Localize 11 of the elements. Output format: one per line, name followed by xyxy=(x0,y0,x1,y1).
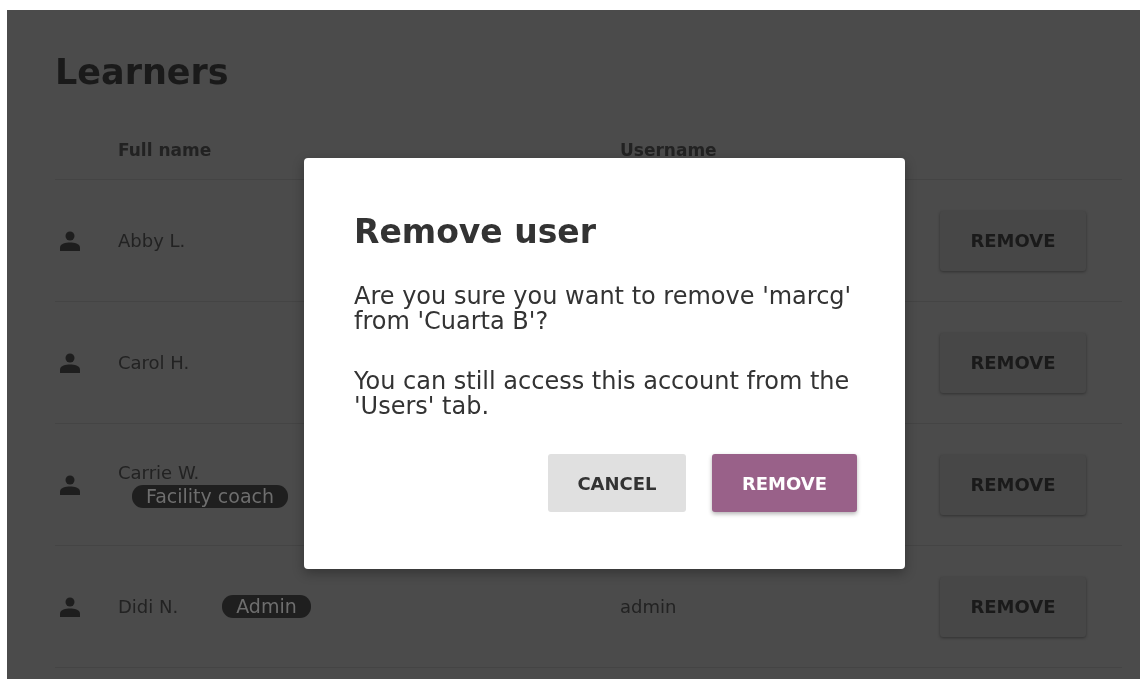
role-badge: Facility coach xyxy=(132,484,289,508)
cancel-button[interactable]: CANCEL xyxy=(548,454,686,512)
dialog-title: Remove user xyxy=(354,214,598,250)
person-icon xyxy=(60,352,80,373)
person-icon xyxy=(60,230,80,251)
dialog-message: You can still access this account from the 'Users' tab. xyxy=(354,369,851,419)
person-icon xyxy=(60,474,80,495)
dialog-message: Are you sure you want to remove 'marcg' from 'Cuarta B'? xyxy=(354,284,853,334)
person-icon xyxy=(60,596,80,617)
remove-button[interactable]: REMOVE xyxy=(712,454,857,512)
role-badge: Admin xyxy=(222,595,311,618)
